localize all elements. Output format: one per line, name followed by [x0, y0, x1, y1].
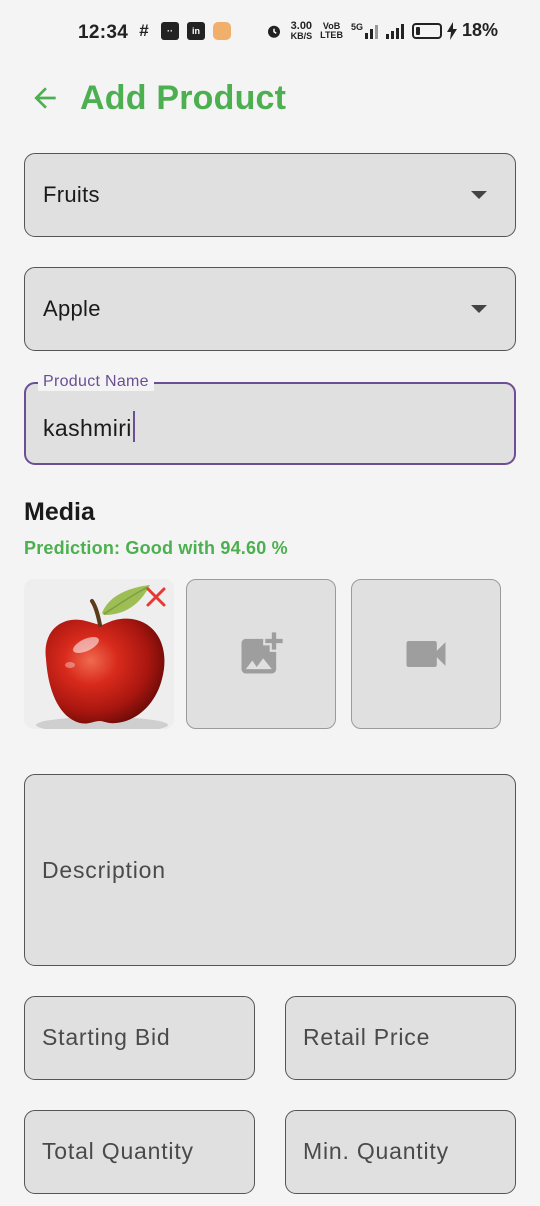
page-title: Add Product [80, 78, 287, 117]
signal-icon [385, 23, 404, 39]
description-placeholder: Description [42, 857, 166, 883]
description-input[interactable]: Description [24, 774, 516, 966]
battery-percent: 18% [461, 20, 498, 40]
net-speed: 3.00 KB/S [290, 19, 313, 41]
starting-bid-input[interactable]: Starting Bid [24, 996, 255, 1080]
status-time: 12:34 [78, 22, 129, 43]
alarm-icon [267, 25, 280, 38]
subcategory-value: Apple [43, 296, 101, 321]
total-quantity-input[interactable]: Total Quantity [24, 1110, 255, 1194]
category-dropdown[interactable]: Fruits [24, 153, 516, 237]
system-icons: 3.00 KB/S VoB LTEB 5G 18% [265, 20, 498, 41]
min-quantity-placeholder: Min. Quantity [303, 1138, 449, 1164]
media-heading: Media [24, 498, 95, 526]
videocam-icon [406, 641, 446, 667]
linkedin-icon: in [187, 22, 205, 40]
starting-bid-placeholder: Starting Bid [42, 1024, 171, 1050]
tic-tac-toe-icon: # [139, 21, 149, 40]
volte-indicator: VoB LTEB [320, 20, 343, 40]
retail-price-placeholder: Retail Price [303, 1024, 431, 1050]
add-photo-button[interactable] [186, 579, 336, 729]
add-photo-icon [241, 632, 283, 674]
add-video-button[interactable] [351, 579, 501, 729]
category-value: Fruits [43, 182, 100, 207]
dropdown-caret-icon [471, 191, 487, 199]
prediction-text: Prediction: Good with 94.60 % [24, 538, 288, 558]
battery-icon [411, 22, 442, 39]
subcategory-dropdown[interactable]: Apple [24, 267, 516, 351]
retail-price-input[interactable]: Retail Price [285, 996, 516, 1080]
product-name-input[interactable]: Product Name kashmiri [24, 373, 516, 465]
smile-app-icon [213, 22, 231, 40]
app-notification-icon: ·· [161, 22, 179, 40]
dropdown-caret-icon [471, 305, 487, 313]
charging-icon [446, 21, 457, 40]
min-quantity-input[interactable]: Min. Quantity [285, 1110, 516, 1194]
status-bar: 12:34 # ·· in 3.00 KB/S VoB LTEB 5G 18% [0, 0, 540, 70]
5g-signal-icon: 5G [351, 22, 378, 39]
product-name-label: Product Name [38, 373, 154, 391]
notification-icons: # ·· in [135, 21, 231, 40]
product-name-value: kashmiri [43, 415, 132, 441]
total-quantity-placeholder: Total Quantity [42, 1138, 194, 1164]
close-icon[interactable] [144, 585, 168, 609]
text-cursor [132, 411, 135, 442]
app-bar: Add Product [28, 76, 286, 120]
back-arrow-icon[interactable] [28, 81, 62, 115]
product-photo-thumbnail[interactable] [24, 579, 174, 729]
